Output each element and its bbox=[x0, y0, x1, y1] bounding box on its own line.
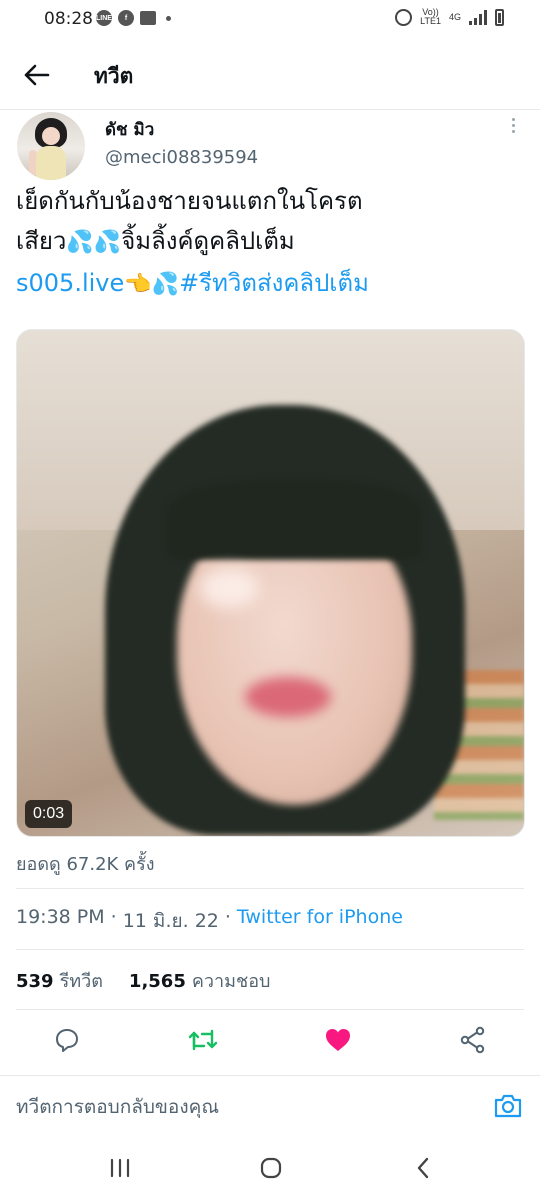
meta-separator: · bbox=[110, 906, 117, 928]
like-button[interactable] bbox=[323, 1025, 353, 1055]
top-app-bar: ทวีต bbox=[0, 38, 540, 110]
tweet-video[interactable]: 0:03 bbox=[16, 329, 525, 837]
share-button[interactable] bbox=[458, 1025, 488, 1055]
notification-dot bbox=[166, 15, 171, 21]
status-bar: 08:28 LINE f Vo)) LTE1 4G bbox=[0, 0, 540, 38]
view-count: ยอดดู 67.2K ครั้ง bbox=[16, 854, 155, 875]
author-display-name[interactable]: ดัช มิว bbox=[105, 116, 154, 143]
home-button[interactable] bbox=[256, 1153, 286, 1183]
home-icon bbox=[260, 1157, 282, 1179]
more-vertical-icon bbox=[511, 118, 515, 121]
tweet-date: 11 มิ.ย. 22 bbox=[122, 910, 219, 932]
tweet-text-line-1: เย็ดกันกับน้องชายจนแตกในโครต bbox=[16, 187, 363, 215]
like-count[interactable]: 1,565 bbox=[129, 971, 186, 992]
system-back-button[interactable] bbox=[408, 1153, 438, 1183]
back-icon bbox=[417, 1157, 429, 1179]
tweet-link[interactable]: s005.live bbox=[16, 269, 124, 297]
signal-icon bbox=[469, 9, 487, 25]
retweet-button[interactable] bbox=[188, 1025, 218, 1055]
back-button[interactable] bbox=[22, 60, 52, 90]
share-icon bbox=[460, 1026, 485, 1054]
system-navigation-bar bbox=[0, 1135, 540, 1200]
divider bbox=[16, 949, 524, 950]
network-gen-label: 4G bbox=[448, 12, 461, 22]
tweet-text-line-2: เสียว💦💦จิ้มลิ้งค์ดูคลิปเต็ม bbox=[16, 227, 295, 255]
author-handle[interactable]: @meci08839594 bbox=[105, 147, 258, 168]
tweet-source-link[interactable]: Twitter for iPhone bbox=[237, 906, 403, 936]
reply-input[interactable] bbox=[16, 1092, 476, 1122]
page-title: ทวีต bbox=[94, 64, 134, 88]
tweet-actions bbox=[0, 1015, 540, 1065]
status-system-icons: Vo)) LTE1 4G bbox=[395, 8, 504, 26]
status-notification-icons: LINE f bbox=[96, 10, 171, 26]
reply-composer bbox=[0, 1075, 540, 1135]
lte-label: LTE1 bbox=[420, 16, 441, 26]
network-indicator: Vo)) LTE1 bbox=[420, 8, 441, 26]
more-options-button[interactable] bbox=[508, 118, 518, 138]
gallery-icon bbox=[140, 11, 156, 25]
divider bbox=[16, 888, 524, 889]
retweet-label[interactable]: รีทวีต bbox=[60, 966, 103, 995]
recent-apps-button[interactable] bbox=[105, 1153, 135, 1183]
line-icon: LINE bbox=[96, 10, 112, 26]
camera-icon bbox=[494, 1094, 522, 1118]
recent-apps-icon bbox=[110, 1158, 130, 1178]
retweet-count[interactable]: 539 bbox=[16, 971, 54, 992]
like-icon bbox=[326, 1029, 350, 1051]
tweet-text-line-3: s005.live👈💦#รีทวิตส่งคลิปเต็ม bbox=[16, 263, 526, 305]
engagement-counts: 539 รีทวีต 1,565 ความชอบ bbox=[16, 966, 270, 995]
video-duration-badge: 0:03 bbox=[25, 800, 73, 828]
reply-button[interactable] bbox=[52, 1025, 82, 1055]
sweat-drops-emoji-2: 💦 bbox=[151, 272, 180, 297]
reply-icon bbox=[56, 1029, 78, 1052]
retweet-icon bbox=[188, 1029, 218, 1051]
meta-separator-2: · bbox=[224, 906, 231, 928]
sweat-drops-emoji: 💦💦 bbox=[66, 230, 122, 255]
status-time: 08:28 bbox=[44, 9, 93, 29]
pointing-hand-emoji: 👈 bbox=[124, 272, 152, 297]
tweet-meta: 19:38 PM · 11 มิ.ย. 22 · Twitter for iPh… bbox=[16, 906, 403, 936]
divider bbox=[16, 1009, 524, 1010]
avatar[interactable] bbox=[17, 112, 85, 180]
facebook-icon: f bbox=[118, 10, 134, 26]
arrow-left-icon bbox=[24, 64, 50, 86]
like-label[interactable]: ความชอบ bbox=[192, 966, 271, 995]
tweet-hashtag[interactable]: #รีทวิตส่งคลิปเต็ม bbox=[179, 269, 369, 297]
camera-button[interactable] bbox=[493, 1092, 523, 1122]
alarm-icon bbox=[395, 8, 413, 26]
tweet-time: 19:38 PM bbox=[16, 906, 105, 928]
tweet-text: เย็ดกันกับน้องชายจนแตกในโครต เสียว💦💦จิ้ม… bbox=[16, 181, 526, 305]
battery-icon bbox=[495, 8, 504, 26]
